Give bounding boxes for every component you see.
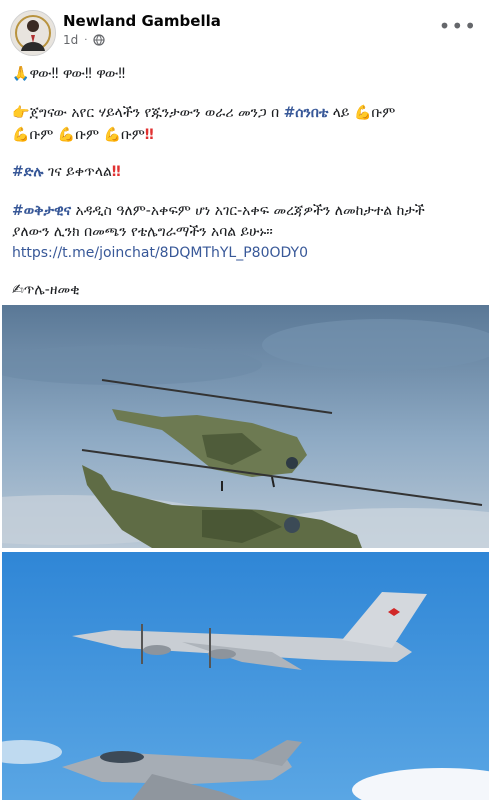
post-meta: 1d · (63, 33, 106, 47)
hashtag-senbete[interactable]: #ሰንበቴ (284, 105, 329, 121)
pray-emoji-icon: 🙏 (12, 66, 30, 82)
post-header: Newland Gambella 1d · ••• (0, 0, 491, 62)
muscle-emoji-icon: 💪 (353, 105, 372, 121)
double-exclamation-icon: ‼ (111, 164, 121, 180)
globe-icon (93, 34, 106, 46)
telegram-link[interactable]: https://t.me/joinchat/8DQMThYL_P80ODY0 (12, 245, 308, 261)
boom-word: ቡም (29, 127, 54, 143)
double-exclamation-icon: ‼ (144, 127, 154, 143)
writing-hand-emoji-icon: ✍ (12, 282, 24, 298)
pointing-hand-emoji-icon: 👉 (12, 105, 30, 121)
muscle-emoji-icon: 💪 (103, 127, 121, 143)
text-line-8: ✍ጥሌ-ዘመቂ (12, 280, 80, 301)
text-line-5: #ወቅታዊና አዳዲስ ዓለም-አቀፍም ሆነ አገር-አቀፍ መረጃዎችን ለ… (12, 201, 425, 222)
text-line-1: 🙏ዋው‼ ዋው‼ ዋው‼ (12, 64, 125, 85)
hashtag-wektawina[interactable]: #ወቅታዊና (12, 203, 71, 219)
more-options-icon[interactable]: ••• (439, 14, 477, 38)
muscle-emoji-icon: 💪 (12, 127, 30, 143)
post-time[interactable]: 1d (63, 33, 78, 47)
boom-word: ቡም (121, 127, 145, 143)
separator: · (84, 34, 88, 46)
text-line-6: ያለውን ሊንክ በመጫን የቴሌግራማችን አባል ይሁኑ። (12, 224, 273, 240)
line2-suffix: ላይ (328, 105, 354, 121)
text-line-4: #ድሉ ገና ይቀጥላል‼ (12, 162, 121, 183)
wow-text: ዋው‼ ዋው‼ ዋው‼ (29, 66, 126, 82)
text-line-3: 💪ቡም 💪ቡም 💪ቡም‼ (12, 125, 154, 146)
helicopters-photo[interactable] (2, 305, 489, 548)
signature-text: ጥሌ-ዘመቂ (23, 282, 80, 298)
aircraft-photo[interactable] (2, 552, 489, 800)
muscle-emoji-icon: 💪 (57, 127, 76, 143)
boom-word: ቡም (75, 127, 100, 143)
text-line-7: https://t.me/joinchat/8DQMThYL_P80ODY0 (12, 243, 308, 264)
avatar[interactable] (10, 10, 56, 56)
boom-word: ቡም (371, 105, 396, 121)
line2-text: ጀግናው አየር ሃይላችን የጁንታውን ወራሪ መንጋ በ (29, 105, 284, 121)
text-line-2: 👉ጀግናው አየር ሃይላችን የጁንታውን ወራሪ መንጋ በ #ሰንበቴ ላ… (12, 103, 395, 124)
line4-text: ገና ይቀጥላል (43, 164, 112, 180)
author-name[interactable]: Newland Gambella (63, 12, 221, 30)
facebook-post: Newland Gambella 1d · ••• 🙏ዋው‼ ዋው‼ ዋው‼ 👉… (0, 0, 491, 800)
hashtag-dilu[interactable]: #ድሉ (12, 164, 43, 180)
line5-text: አዳዲስ ዓለም-አቀፍም ሆነ አገር-አቀፍ መረጃዎችን ለመከታተል ከ… (71, 203, 425, 219)
